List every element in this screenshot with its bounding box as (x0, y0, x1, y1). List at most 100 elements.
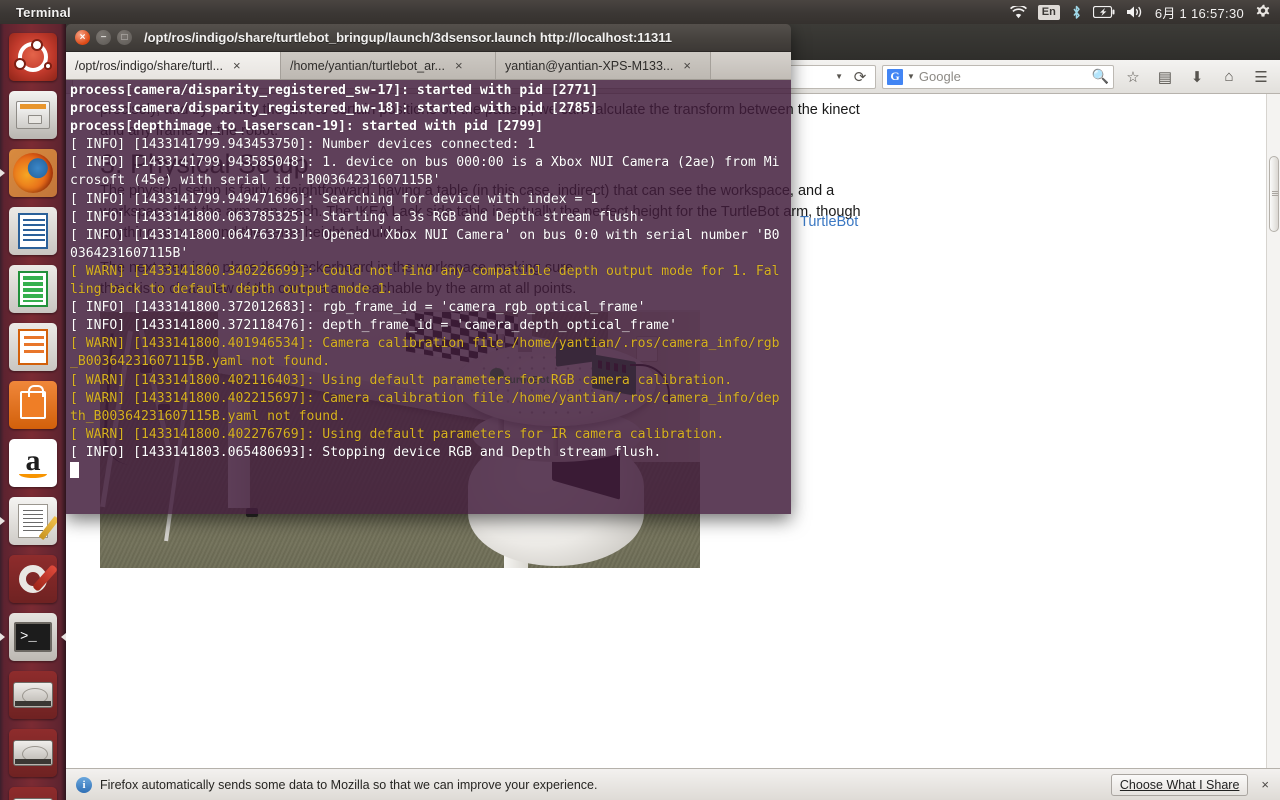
search-input[interactable]: Google (919, 69, 1088, 84)
search-bar[interactable]: G ▼ Google 🔍 (882, 64, 1114, 89)
keyboard-layout-indicator[interactable]: En (1037, 0, 1060, 24)
home-icon[interactable]: ⌂ (1216, 65, 1242, 89)
close-icon[interactable]: × (683, 58, 691, 73)
info-icon: i (76, 776, 92, 793)
bluetooth-icon[interactable] (1071, 0, 1082, 24)
terminal-tab-label: /opt/ros/indigo/share/turtl... (75, 58, 223, 73)
choose-what-i-share-label: Choose What I Share (1119, 777, 1240, 792)
terminal-titlebar[interactable]: × − □ /opt/ros/indigo/share/turtlebot_br… (66, 24, 791, 52)
desktop-screen: n_rosbuil... × turtlebot_arm_k... × turt… (0, 0, 1280, 800)
terminal-body[interactable]: process[camera/disparity_registered_sw-1… (66, 80, 791, 514)
disk-icon (9, 729, 57, 777)
chevron-down-icon[interactable]: ▼ (907, 72, 915, 81)
close-icon[interactable]: × (455, 58, 463, 73)
terminal-line: [ INFO] [1433141799.943585048]: 1. devic… (70, 155, 780, 189)
launcher-item-files[interactable] (0, 86, 66, 144)
terminal-cursor (70, 461, 787, 480)
terminal-line: [ WARN] [1433141800.402215697]: Camera c… (70, 390, 780, 424)
terminal-icon: >_ (9, 613, 57, 661)
terminal-tab-bar: /opt/ros/indigo/share/turtl... × /home/y… (66, 52, 791, 80)
launcher-item-disk-2[interactable] (0, 724, 66, 782)
download-icon[interactable]: ⬇ (1184, 65, 1210, 89)
focused-indicator-icon (61, 633, 66, 641)
launcher-item-ubuntu-software[interactable] (0, 376, 66, 434)
ubuntu-software-icon (9, 381, 57, 429)
terminal-line: process[depthimage_to_laserscan-19]: sta… (70, 119, 543, 135)
terminal-line: [ WARN] [1433141800.402116403]: Using de… (70, 372, 733, 388)
terminal-line: [ INFO] [1433141803.065480693]: Stopping… (70, 444, 662, 460)
running-indicator-icon (0, 517, 5, 525)
terminal-line: [ INFO] [1433141800.372012683]: rgb_fram… (70, 300, 646, 316)
notification-message: Firefox automatically sends some data to… (100, 777, 598, 792)
terminal-output: process[camera/disparity_registered_sw-1… (70, 82, 787, 462)
terminal-line: [ WARN] [1433141800.340226699]: Could no… (70, 263, 780, 298)
firefox-icon (9, 149, 57, 197)
libreoffice-writer-icon (9, 207, 57, 255)
libreoffice-calc-icon (9, 265, 57, 313)
page-scrollbar-thumb[interactable] (1269, 156, 1279, 232)
text-editor-icon (9, 497, 57, 545)
launcher-item-terminal[interactable]: >_ (0, 608, 66, 666)
terminal-tab-2[interactable]: /home/yantian/turtlebot_ar... × (281, 52, 496, 79)
maximize-window-button[interactable]: □ (117, 30, 132, 45)
running-indicator-icon (0, 169, 5, 177)
terminal-window: × − □ /opt/ros/indigo/share/turtlebot_br… (66, 24, 791, 514)
turtlebot-link[interactable]: TurtleBot (800, 214, 858, 230)
running-indicator-icon (0, 633, 5, 641)
terminal-line: process[camera/disparity_registered_sw-1… (70, 83, 599, 98)
hamburger-menu-icon[interactable]: ☰ (1248, 65, 1274, 89)
launcher-item-libreoffice-calc[interactable] (0, 260, 66, 318)
libreoffice-impress-icon (9, 323, 57, 371)
close-icon[interactable]: × (1256, 777, 1274, 792)
terminal-line: [ WARN] [1433141800.402276769]: Using de… (70, 426, 725, 442)
google-engine-icon[interactable]: G (887, 68, 903, 85)
system-tray: En 6月 1 16:57:30 (1009, 0, 1280, 24)
reload-icon[interactable]: ⟳ (851, 65, 869, 89)
files-icon (9, 91, 57, 139)
terminal-tab-3[interactable]: yantian@yantian-XPS-M133... × (496, 52, 711, 79)
wifi-icon[interactable] (1009, 0, 1027, 24)
terminal-tab-1[interactable]: /opt/ros/indigo/share/turtl... × (66, 52, 281, 79)
close-icon[interactable]: × (233, 58, 241, 73)
unity-top-panel: Terminal En 6月 1 16:57:30 (0, 0, 1280, 24)
terminal-line: process[camera/disparity_registered_hw-1… (70, 101, 599, 117)
clock[interactable]: 6月 1 16:57:30 (1155, 0, 1244, 24)
page-scrollbar[interactable] (1266, 94, 1280, 800)
volume-icon[interactable] (1126, 0, 1144, 24)
library-icon[interactable]: ▤ (1152, 65, 1178, 89)
minimize-window-button[interactable]: − (96, 30, 111, 45)
system-settings-icon (9, 555, 57, 603)
terminal-line: [ INFO] [1433141800.372118476]: depth_fr… (70, 318, 677, 334)
unity-launcher: a >_ (0, 24, 66, 800)
launcher-item-ubuntu-dash[interactable] (0, 28, 66, 86)
choose-what-i-share-button[interactable]: Choose What I Share (1110, 773, 1249, 796)
launcher-item-disk-3[interactable] (0, 782, 66, 800)
launcher-item-text-editor[interactable] (0, 492, 66, 550)
launcher-item-libreoffice-impress[interactable] (0, 318, 66, 376)
amazon-icon: a (9, 439, 57, 487)
terminal-line: [ INFO] [1433141800.064763733]: Opened '… (70, 227, 780, 261)
close-window-button[interactable]: × (75, 30, 90, 45)
chevron-down-icon[interactable]: ▼ (835, 72, 843, 81)
launcher-item-disk-1[interactable] (0, 666, 66, 724)
launcher-item-system-settings[interactable] (0, 550, 66, 608)
ubuntu-logo-icon (9, 33, 57, 81)
firefox-notification-bar: i Firefox automatically sends some data … (66, 768, 1280, 800)
star-icon[interactable]: ☆ (1120, 65, 1146, 89)
terminal-tab-label: /home/yantian/turtlebot_ar... (290, 58, 445, 73)
disk-icon (9, 671, 57, 719)
terminal-line: [ INFO] [1433141799.943453750]: Number d… (70, 137, 536, 153)
disk-icon (9, 787, 57, 800)
panel-app-title[interactable]: Terminal (0, 5, 71, 20)
battery-icon[interactable] (1092, 0, 1115, 24)
terminal-line: [ WARN] [1433141800.401946534]: Camera c… (70, 336, 780, 370)
launcher-item-libreoffice-writer[interactable] (0, 202, 66, 260)
magnifier-icon[interactable]: 🔍 (1092, 68, 1109, 85)
terminal-title: /opt/ros/indigo/share/turtlebot_bringup/… (144, 30, 673, 45)
launcher-item-amazon[interactable]: a (0, 434, 66, 492)
launcher-item-firefox[interactable] (0, 144, 66, 202)
terminal-tab-label: yantian@yantian-XPS-M133... (505, 58, 674, 73)
gear-icon[interactable] (1255, 0, 1271, 24)
terminal-line: [ INFO] [1433141799.949471696]: Searchin… (70, 191, 599, 207)
terminal-line: [ INFO] [1433141800.063785325]: Starting… (70, 209, 646, 225)
